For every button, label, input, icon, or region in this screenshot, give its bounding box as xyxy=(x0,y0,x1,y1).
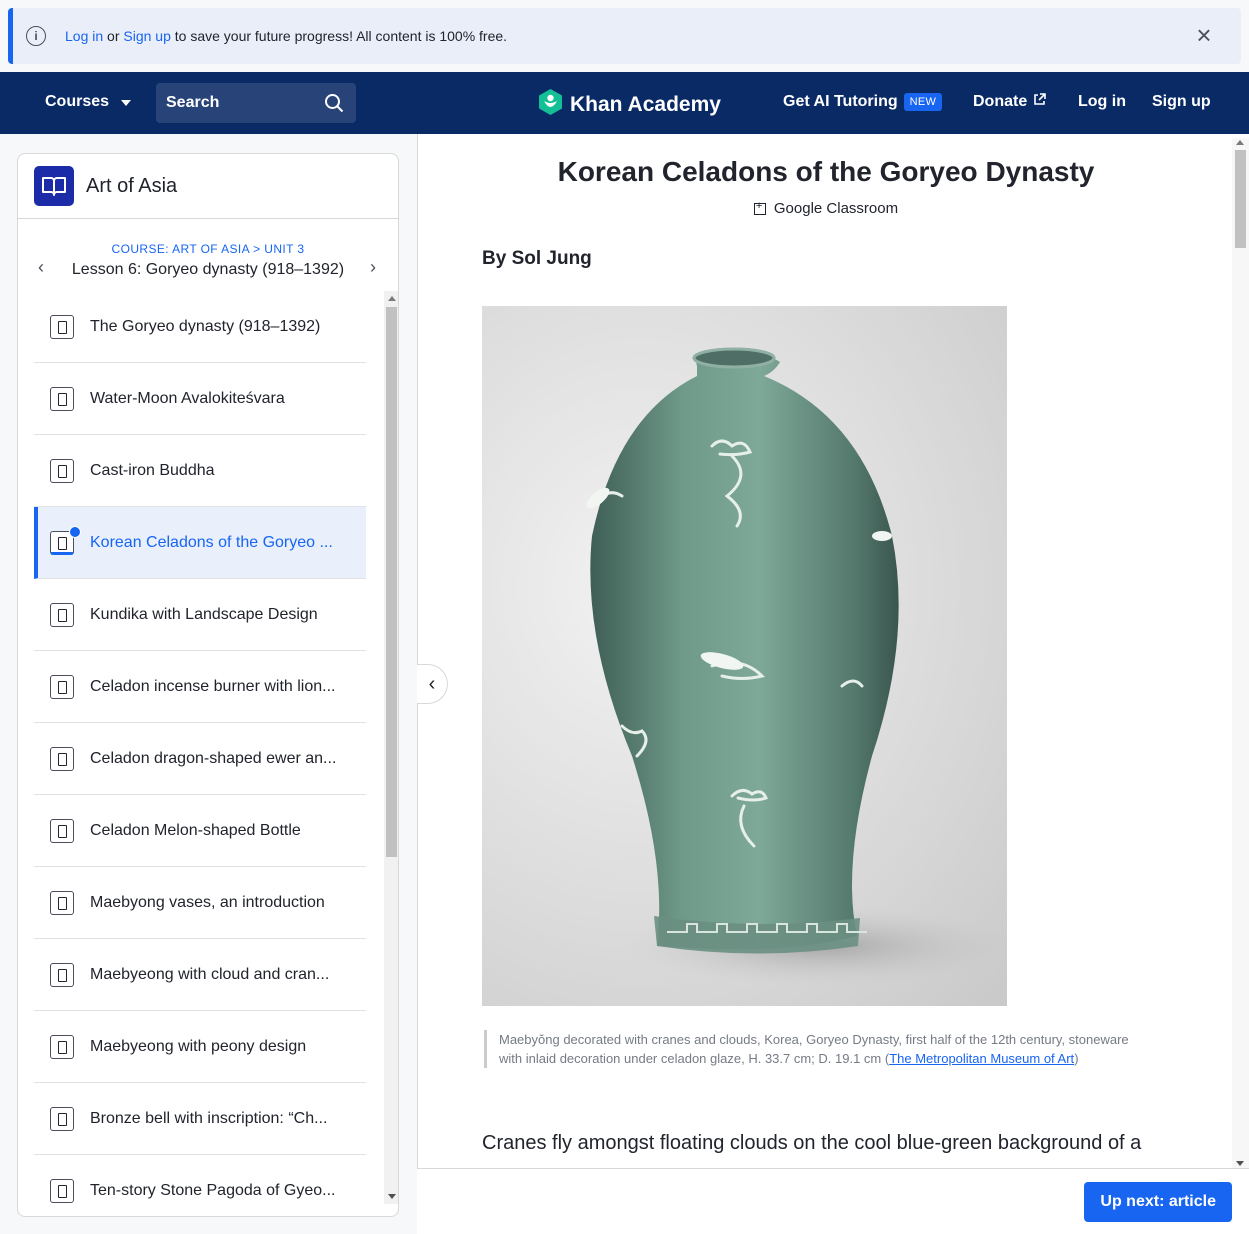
list-item[interactable]: Maebyeong with peony design xyxy=(34,1011,366,1083)
breadcrumb[interactable]: COURSE: ART OF ASIA > UNIT 3 xyxy=(18,242,398,256)
banner-rest-text: to save your future progress! All conten… xyxy=(170,28,508,44)
scrollbar-thumb[interactable] xyxy=(386,307,397,857)
article-icon xyxy=(50,1035,74,1059)
list-item[interactable]: Ten-story Stone Pagoda of Gyeo... xyxy=(34,1155,366,1204)
search-icon[interactable] xyxy=(324,93,344,118)
scrollbar-thumb[interactable] xyxy=(1235,150,1246,248)
list-item-label: Celadon Melon-shaped Bottle xyxy=(90,821,301,839)
ai-tutoring-link[interactable]: Get AI Tutoring NEW xyxy=(783,93,943,111)
login-link[interactable]: Log in xyxy=(1078,93,1126,111)
article-icon xyxy=(50,1107,74,1131)
book-icon xyxy=(34,166,74,206)
external-link-icon xyxy=(1033,93,1047,111)
article-icon xyxy=(50,819,74,843)
courses-label: Courses xyxy=(45,93,110,110)
article-icon xyxy=(50,315,74,339)
article-scrollbar[interactable] xyxy=(1232,138,1249,1168)
article-icon xyxy=(50,891,74,915)
donate-link[interactable]: Donate xyxy=(973,93,1047,111)
bottom-action-bar: Up next: article xyxy=(417,1168,1249,1234)
list-item[interactable]: Celadon dragon-shaped ewer an... xyxy=(34,723,366,795)
article-icon xyxy=(50,387,74,411)
list-item-active[interactable]: Korean Celadons of the Goryeo ... xyxy=(34,507,366,579)
list-item-label: The Goryeo dynasty (918–1392) xyxy=(90,317,321,335)
courses-menu-button[interactable]: Courses xyxy=(45,93,132,111)
chevron-right-icon[interactable]: › xyxy=(370,257,376,278)
list-item-label: Korean Celadons of the Goryeo ... xyxy=(90,533,333,551)
caption-end: ) xyxy=(1074,1051,1079,1066)
article-icon xyxy=(50,963,74,987)
list-item[interactable]: Maebyong vases, an introduction xyxy=(34,867,366,939)
khan-academy-logo[interactable]: Khan Academy xyxy=(537,88,721,122)
list-item[interactable]: Celadon incense burner with lion... xyxy=(34,651,366,723)
banner-message: Log in or Sign up to save your future pr… xyxy=(65,28,507,44)
list-item-label: Celadon incense burner with lion... xyxy=(90,677,336,695)
scroll-up-arrow-icon[interactable] xyxy=(388,296,396,301)
progress-check-icon xyxy=(69,526,81,538)
signup-link[interactable]: Sign up xyxy=(1152,93,1211,111)
list-item-label: Ten-story Stone Pagoda of Gyeo... xyxy=(90,1181,336,1199)
scroll-up-arrow-icon[interactable] xyxy=(1236,140,1244,145)
lesson-item-list: The Goryeo dynasty (918–1392) Water-Moon… xyxy=(34,291,366,1204)
scroll-down-arrow-icon[interactable] xyxy=(1236,1161,1244,1166)
google-classroom-icon xyxy=(753,200,766,215)
lesson-header: ‹ COURSE: ART OF ASIA > UNIT 3 Lesson 6:… xyxy=(18,219,398,291)
new-badge: NEW xyxy=(903,93,943,111)
sidebar-course-header[interactable]: Art of Asia xyxy=(18,154,398,219)
article-icon xyxy=(50,603,74,627)
course-sidebar: Art of Asia ‹ COURSE: ART OF ASIA > UNIT… xyxy=(17,153,399,1217)
chevron-left-icon: ‹ xyxy=(428,672,436,695)
list-item[interactable]: Bronze bell with inscription: “Ch... xyxy=(34,1083,366,1155)
list-item[interactable]: Celadon Melon-shaped Bottle xyxy=(34,795,366,867)
celadon-vase-image xyxy=(482,306,1007,1006)
banner-login-link[interactable]: Log in xyxy=(65,28,103,44)
list-item-label: Maebyeong with peony design xyxy=(90,1037,307,1055)
caption-source-link[interactable]: The Metropolitan Museum of Art xyxy=(889,1051,1074,1066)
list-item-label: Cast-iron Buddha xyxy=(90,461,215,479)
list-item-label: Maebyeong with cloud and cran... xyxy=(90,965,330,983)
article-author: By Sol Jung xyxy=(482,248,592,269)
article-paragraph: Cranes fly amongst floating clouds on th… xyxy=(482,1132,1142,1154)
sidebar-scrollbar[interactable] xyxy=(384,291,398,1204)
donate-label: Donate xyxy=(973,93,1028,110)
signup-banner: i Log in or Sign up to save your future … xyxy=(8,8,1241,64)
article-content: Korean Celadons of the Goryeo Dynasty Go… xyxy=(417,134,1249,1234)
list-item[interactable]: The Goryeo dynasty (918–1392) xyxy=(34,291,366,363)
page-title: Korean Celadons of the Goryeo Dynasty xyxy=(557,156,1095,187)
lesson-title: Lesson 6: Goryeo dynasty (918–1392) xyxy=(71,261,345,278)
article-icon xyxy=(50,675,74,699)
list-item-label: Celadon dragon-shaped ewer an... xyxy=(90,749,337,767)
google-classroom-button[interactable]: Google Classroom xyxy=(418,200,1234,217)
list-item[interactable]: Maebyeong with cloud and cran... xyxy=(34,939,366,1011)
list-item[interactable]: Kundika with Landscape Design xyxy=(34,579,366,651)
article-icon xyxy=(50,459,74,483)
google-classroom-label: Google Classroom xyxy=(773,200,899,217)
info-icon: i xyxy=(26,26,46,46)
list-item[interactable]: Cast-iron Buddha xyxy=(34,435,366,507)
logo-text: Khan Academy xyxy=(570,93,721,116)
search-label: Search xyxy=(166,94,220,111)
course-title: Art of Asia xyxy=(86,174,178,197)
article-icon xyxy=(50,1179,74,1203)
list-item-label: Kundika with Landscape Design xyxy=(90,605,318,623)
banner-signup-link[interactable]: Sign up xyxy=(123,28,170,44)
search-input[interactable]: Search xyxy=(156,83,356,123)
image-caption: Maebyŏng decorated with cranes and cloud… xyxy=(484,1030,1154,1068)
list-item[interactable]: Water-Moon Avalokiteśvara xyxy=(34,363,366,435)
top-nav: Courses Search Khan Academy Get AI Tutor… xyxy=(0,72,1249,134)
khan-leaf-icon xyxy=(537,88,564,122)
banner-or-text: or xyxy=(103,28,124,44)
scroll-down-arrow-icon[interactable] xyxy=(388,1194,396,1199)
article-icon xyxy=(50,747,74,771)
list-item-label: Maebyong vases, an introduction xyxy=(90,893,325,911)
list-item-label: Bronze bell with inscription: “Ch... xyxy=(90,1109,328,1127)
chevron-down-icon xyxy=(121,100,132,106)
ai-tutoring-label: Get AI Tutoring xyxy=(783,93,898,110)
list-item-label: Water-Moon Avalokiteśvara xyxy=(90,389,285,407)
up-next-button[interactable]: Up next: article xyxy=(1084,1182,1232,1222)
close-icon[interactable]: × xyxy=(1193,22,1215,48)
